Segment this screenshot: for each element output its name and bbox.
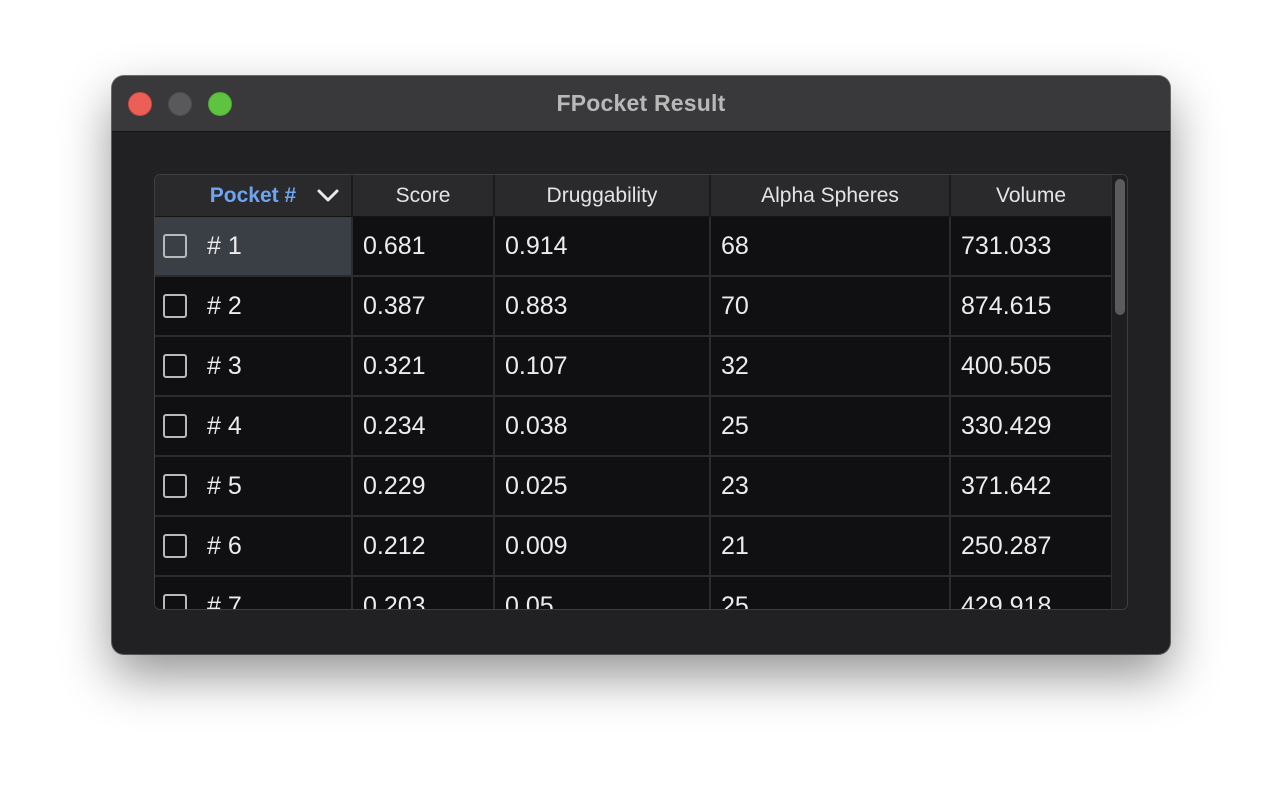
alpha-spheres-cell: 32 xyxy=(711,337,951,395)
column-header-score[interactable]: Score xyxy=(353,175,495,217)
pocket-cell[interactable]: # 5 xyxy=(155,457,353,515)
table-row[interactable]: # 1 0.681 0.914 68 731.033 xyxy=(155,217,1111,277)
title-bar[interactable]: FPocket Result xyxy=(112,76,1170,132)
alpha-spheres-cell: 25 xyxy=(711,397,951,455)
alpha-spheres-cell: 70 xyxy=(711,277,951,335)
table-header: Pocket # Score Druggability Alpha Sphere… xyxy=(155,175,1111,217)
alpha-spheres-cell: 23 xyxy=(711,457,951,515)
alpha-spheres-cell: 21 xyxy=(711,517,951,575)
pocket-label: # 1 xyxy=(207,231,242,260)
fpocket-result-window: FPocket Result Pocket # Score Druggabili… xyxy=(112,76,1170,654)
table-row[interactable]: # 6 0.212 0.009 21 250.287 xyxy=(155,517,1111,577)
column-header-label: Pocket # xyxy=(209,184,297,207)
volume-cell: 400.505 xyxy=(961,351,1052,380)
druggability-cell: 0.107 xyxy=(495,337,711,395)
table-row[interactable]: # 7 0.203 0.05 25 429.918 xyxy=(155,577,1111,610)
column-header-volume[interactable]: Volume xyxy=(951,175,1111,217)
volume-cell: 250.287 xyxy=(961,531,1052,560)
score-cell: 0.321 xyxy=(353,337,495,395)
score-cell: 0.387 xyxy=(353,277,495,335)
column-header-pocket[interactable]: Pocket # xyxy=(155,175,353,217)
table-row[interactable]: # 4 0.234 0.038 25 330.429 xyxy=(155,397,1111,457)
column-header-label: Score xyxy=(395,184,451,207)
pocket-label: # 6 xyxy=(207,531,242,560)
score-cell: 0.212 xyxy=(353,517,495,575)
pocket-cell[interactable]: # 3 xyxy=(155,337,353,395)
pocket-cell[interactable]: # 1 xyxy=(155,217,353,275)
druggability-cell: 0.883 xyxy=(495,277,711,335)
alpha-spheres-cell: 68 xyxy=(711,217,951,275)
pocket-checkbox[interactable] xyxy=(163,294,187,318)
pocket-label: # 5 xyxy=(207,471,242,500)
pocket-cell[interactable]: # 2 xyxy=(155,277,353,335)
pocket-label: # 7 xyxy=(207,591,242,610)
pocket-checkbox[interactable] xyxy=(163,234,187,258)
volume-cell: 371.642 xyxy=(961,471,1052,500)
score-cell: 0.234 xyxy=(353,397,495,455)
table-row[interactable]: # 3 0.321 0.107 32 400.505 xyxy=(155,337,1111,397)
druggability-cell: 0.05 xyxy=(495,577,711,609)
vertical-scrollbar[interactable] xyxy=(1111,175,1127,609)
druggability-cell: 0.025 xyxy=(495,457,711,515)
pocket-checkbox[interactable] xyxy=(163,594,187,609)
druggability-cell: 0.038 xyxy=(495,397,711,455)
volume-cell: 330.429 xyxy=(961,411,1052,440)
results-table: Pocket # Score Druggability Alpha Sphere… xyxy=(154,174,1128,610)
pocket-label: # 2 xyxy=(207,291,242,320)
column-header-label: Alpha Spheres xyxy=(761,184,899,207)
druggability-cell: 0.914 xyxy=(495,217,711,275)
column-header-druggability[interactable]: Druggability xyxy=(495,175,711,217)
pocket-label: # 4 xyxy=(207,411,242,440)
table-row[interactable]: # 5 0.229 0.025 23 371.642 xyxy=(155,457,1111,517)
volume-cell: 874.615 xyxy=(961,291,1052,320)
volume-cell: 429.918 xyxy=(961,591,1052,610)
chevron-down-icon xyxy=(317,189,339,202)
score-cell: 0.681 xyxy=(353,217,495,275)
column-header-label: Volume xyxy=(995,184,1067,207)
score-cell: 0.229 xyxy=(353,457,495,515)
column-header-alpha-spheres[interactable]: Alpha Spheres xyxy=(711,175,951,217)
alpha-spheres-cell: 25 xyxy=(711,577,951,609)
score-cell: 0.203 xyxy=(353,577,495,609)
pocket-checkbox[interactable] xyxy=(163,534,187,558)
volume-cell: 731.033 xyxy=(961,231,1052,260)
table-row[interactable]: # 2 0.387 0.883 70 874.615 xyxy=(155,277,1111,337)
column-header-label: Druggability xyxy=(546,184,658,207)
pocket-label: # 3 xyxy=(207,351,242,380)
pocket-cell[interactable]: # 6 xyxy=(155,517,353,575)
pocket-cell[interactable]: # 7 xyxy=(155,577,353,610)
pocket-checkbox[interactable] xyxy=(163,414,187,438)
pocket-cell[interactable]: # 4 xyxy=(155,397,353,455)
pocket-checkbox[interactable] xyxy=(163,474,187,498)
scrollbar-thumb[interactable] xyxy=(1115,179,1125,315)
pocket-checkbox[interactable] xyxy=(163,354,187,378)
druggability-cell: 0.009 xyxy=(495,517,711,575)
window-title: FPocket Result xyxy=(556,90,726,116)
table-body: # 1 0.681 0.914 68 731.033 # 2 0.387 0.883 70 874… xyxy=(155,217,1111,610)
